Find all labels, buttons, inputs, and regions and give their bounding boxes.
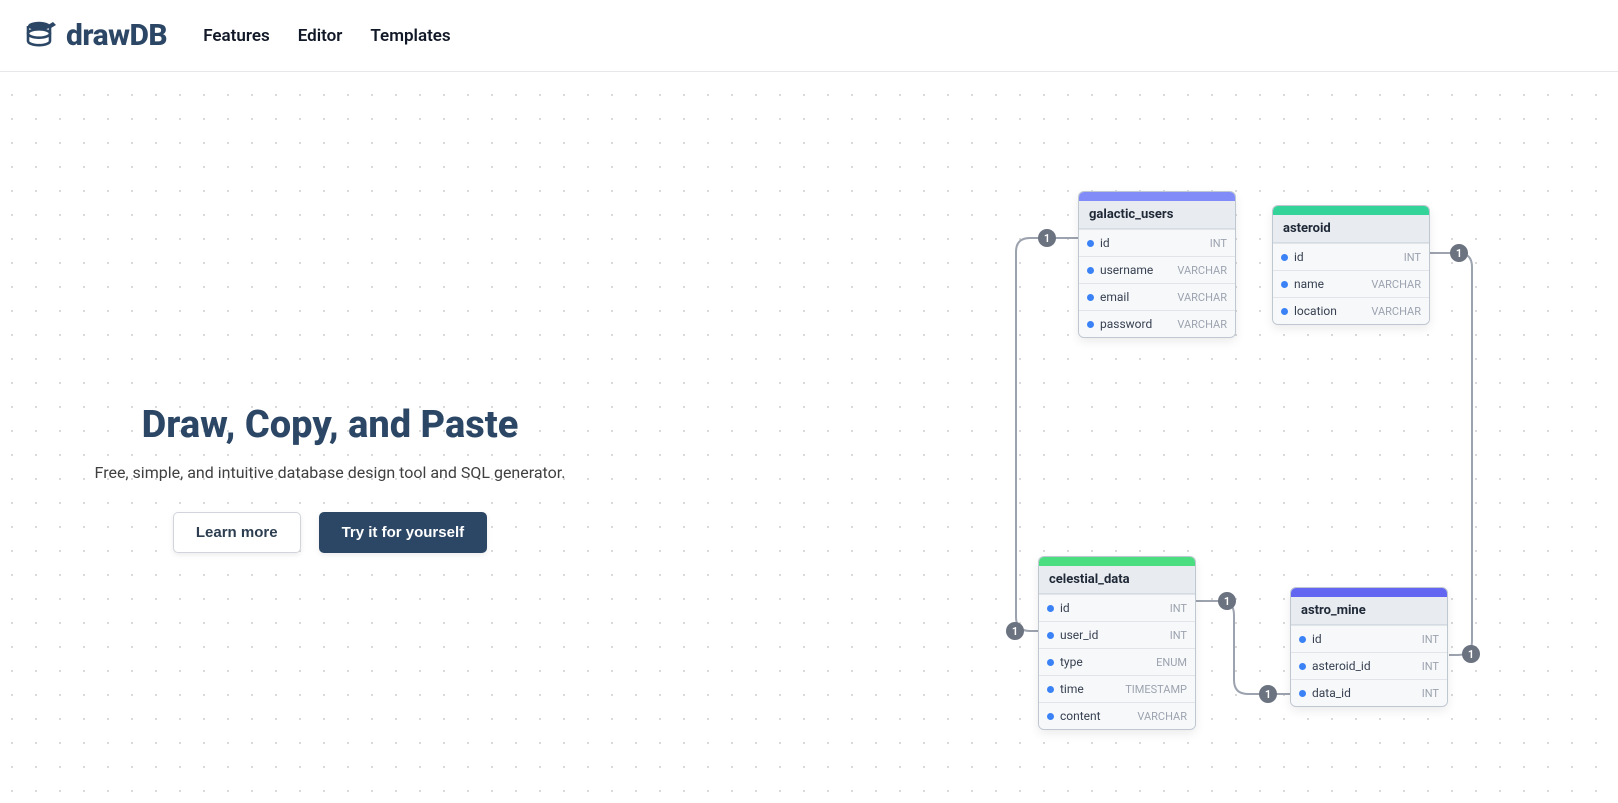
field-dot-icon xyxy=(1087,240,1094,247)
field-dot-icon xyxy=(1047,713,1054,720)
field-dot-icon xyxy=(1047,686,1054,693)
cardinality-badge: 1 xyxy=(1450,244,1468,262)
table-title: galactic_users xyxy=(1079,201,1235,229)
field-name: content xyxy=(1060,709,1101,723)
field-name: data_id xyxy=(1312,686,1351,700)
table-accent xyxy=(1273,206,1429,215)
table-field[interactable]: email VARCHAR xyxy=(1079,283,1235,310)
table-field[interactable]: id INT xyxy=(1273,243,1429,270)
field-dot-icon xyxy=(1087,294,1094,301)
canvas-area: Draw, Copy, and Paste Free, simple, and … xyxy=(0,83,1618,803)
table-accent xyxy=(1039,557,1195,566)
nav-templates[interactable]: Templates xyxy=(370,26,450,46)
field-type: VARCHAR xyxy=(1177,318,1227,331)
field-dot-icon xyxy=(1299,663,1306,670)
field-dot-icon xyxy=(1087,267,1094,274)
field-type: VARCHAR xyxy=(1137,710,1187,723)
field-name: id xyxy=(1294,250,1304,264)
cardinality-badge: 1 xyxy=(1038,229,1056,247)
table-accent xyxy=(1079,192,1235,201)
field-type: VARCHAR xyxy=(1371,278,1421,291)
table-field[interactable]: type ENUM xyxy=(1039,648,1195,675)
field-type: INT xyxy=(1422,660,1439,673)
field-dot-icon xyxy=(1047,659,1054,666)
field-name: email xyxy=(1100,290,1129,304)
field-name: asteroid_id xyxy=(1312,659,1371,673)
field-type: INT xyxy=(1170,602,1187,615)
field-dot-icon xyxy=(1299,690,1306,697)
field-type: VARCHAR xyxy=(1177,291,1227,304)
field-name: name xyxy=(1294,277,1324,291)
table-field[interactable]: username VARCHAR xyxy=(1079,256,1235,283)
table-field[interactable]: asteroid_id INT xyxy=(1291,652,1447,679)
table-field[interactable]: location VARCHAR xyxy=(1273,297,1429,324)
table-field[interactable]: content VARCHAR xyxy=(1039,702,1195,729)
cardinality-badge: 1 xyxy=(1259,685,1277,703)
field-name: id xyxy=(1312,632,1322,646)
field-dot-icon xyxy=(1047,632,1054,639)
field-type: ENUM xyxy=(1156,656,1187,669)
field-name: time xyxy=(1060,682,1084,696)
field-dot-icon xyxy=(1047,605,1054,612)
table-field[interactable]: user_id INT xyxy=(1039,621,1195,648)
table-title: astro_mine xyxy=(1291,597,1447,625)
cardinality-badge: 1 xyxy=(1218,592,1236,610)
field-name: id xyxy=(1060,601,1070,615)
table-celestial-data[interactable]: celestial_data id INT user_id INT type ENUM… xyxy=(1038,556,1196,730)
table-field[interactable]: time TIMESTAMP xyxy=(1039,675,1195,702)
nav-features[interactable]: Features xyxy=(203,26,270,46)
field-name: id xyxy=(1100,236,1110,250)
table-field[interactable]: name VARCHAR xyxy=(1273,270,1429,297)
cardinality-badge: 1 xyxy=(1462,645,1480,663)
table-galactic-users[interactable]: galactic_users id INT username VARCHAR ema… xyxy=(1078,191,1236,338)
field-type: INT xyxy=(1404,251,1421,264)
field-name: username xyxy=(1100,263,1153,277)
table-field[interactable]: password VARCHAR xyxy=(1079,310,1235,337)
table-asteroid[interactable]: asteroid id INT name VARCHAR location VARCH… xyxy=(1272,205,1430,325)
field-name: password xyxy=(1100,317,1152,331)
header: drawDB Features Editor Templates xyxy=(0,0,1618,72)
field-name: user_id xyxy=(1060,628,1098,642)
field-type: VARCHAR xyxy=(1177,264,1227,277)
table-field[interactable]: id INT xyxy=(1079,229,1235,256)
diagram-area[interactable]: galactic_users id INT username VARCHAR ema… xyxy=(0,83,1618,803)
table-title: celestial_data xyxy=(1039,566,1195,594)
field-type: INT xyxy=(1210,237,1227,250)
table-astro-mine[interactable]: astro_mine id INT asteroid_id INT data_id I… xyxy=(1290,587,1448,707)
field-name: type xyxy=(1060,655,1083,669)
nav-editor[interactable]: Editor xyxy=(298,26,343,46)
table-field[interactable]: data_id INT xyxy=(1291,679,1447,706)
table-field[interactable]: id INT xyxy=(1039,594,1195,621)
main-nav: Features Editor Templates xyxy=(203,26,450,46)
field-type: TIMESTAMP xyxy=(1125,683,1187,696)
table-title: asteroid xyxy=(1273,215,1429,243)
field-dot-icon xyxy=(1299,636,1306,643)
field-dot-icon xyxy=(1281,254,1288,261)
table-field[interactable]: id INT xyxy=(1291,625,1447,652)
database-icon xyxy=(24,19,58,53)
field-type: INT xyxy=(1422,633,1439,646)
field-name: location xyxy=(1294,304,1337,318)
table-accent xyxy=(1291,588,1447,597)
field-type: INT xyxy=(1422,687,1439,700)
field-dot-icon xyxy=(1281,281,1288,288)
field-type: INT xyxy=(1170,629,1187,642)
cardinality-badge: 1 xyxy=(1006,622,1024,640)
field-dot-icon xyxy=(1087,321,1094,328)
logo[interactable]: drawDB xyxy=(24,18,167,53)
field-type: VARCHAR xyxy=(1371,305,1421,318)
logo-text: drawDB xyxy=(66,18,167,53)
field-dot-icon xyxy=(1281,308,1288,315)
